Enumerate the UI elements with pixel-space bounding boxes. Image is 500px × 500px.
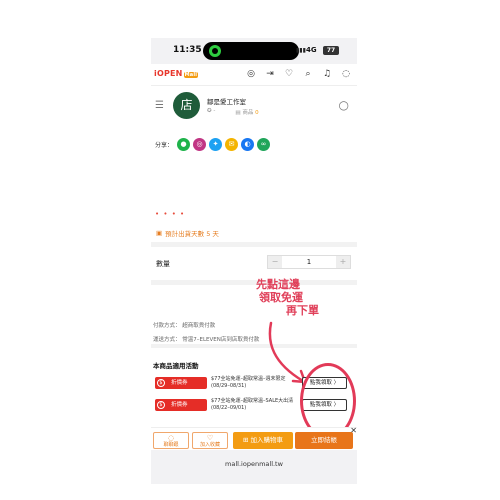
add-to-cart-button[interactable]: ⊞ 加入購物車 <box>233 432 293 449</box>
payment-method: 付款方式： 超商取貨付款 <box>153 323 216 329</box>
ship-days-text: 預計出貨天數 5 天 <box>165 230 219 238</box>
promo-description: $77全站免運–超取常溫–週末限定 (08/29–08/31) <box>211 376 286 389</box>
network-type: 4G <box>306 46 317 54</box>
ship-days: ▣ 預計出貨天數 5 天 <box>156 228 219 238</box>
quantity-label: 數量 <box>156 260 170 268</box>
shop-search-icon[interactable]: ○ <box>339 98 349 112</box>
dollar-icon: $ <box>157 378 165 387</box>
account-icon[interactable]: ◎ <box>246 69 256 79</box>
shop-avatar[interactable]: 店 <box>173 92 200 119</box>
phone-screen: 11:35 ▮▮▮ 4G 77 iOPEN Mall ◎ ⇥ ♡ ⌕ ♫ ◌ ☰ … <box>151 38 357 484</box>
dollar-icon: $ <box>157 400 165 409</box>
chat-button[interactable]: ◌ 聊聊跟 <box>153 432 189 449</box>
line-share-icon[interactable]: ● <box>177 138 191 151</box>
instagram-share-icon[interactable]: ◎ <box>193 138 207 151</box>
quantity-value[interactable]: 1 <box>282 256 336 268</box>
quantity-minus-button[interactable]: − <box>268 256 282 268</box>
chat-icon[interactable]: ◌ <box>341 69 351 79</box>
messenger-share-icon[interactable]: ◐ <box>241 138 255 151</box>
signal-icon: ▮▮▮ <box>296 47 306 54</box>
battery-icon: 77 <box>323 46 339 55</box>
quantity-plus-button[interactable]: + <box>336 256 350 268</box>
checkout-button[interactable]: 立即結帳 <box>295 432 353 449</box>
dynamic-island <box>203 42 299 60</box>
cart-icon: ⊞ <box>242 436 249 444</box>
calendar-icon: ▣ <box>156 229 163 237</box>
bell-icon[interactable]: ♫ <box>322 69 332 79</box>
chat-bubble-icon: ◌ <box>167 434 175 442</box>
share-row: 分享： ● ◎ ✦ ✉ ◐ ∞ <box>155 138 271 151</box>
top-nav: iOPEN Mall ◎ ⇥ ♡ ⌕ ♫ ◌ <box>151 64 357 86</box>
brand-logo[interactable]: iOPEN Mall <box>154 69 199 78</box>
nav-icon-group: ◎ ⇥ ♡ ⌕ ♫ ◌ <box>246 69 351 79</box>
promo-description: $77全站免運–超取常溫–SALE大出清 (08/22–09/01) <box>211 398 294 411</box>
heart-icon[interactable]: ♡ <box>284 69 294 79</box>
divider <box>151 242 357 247</box>
shop-meta: ✪ - ▤ 商品 0 <box>207 108 259 116</box>
browser-url-bar: mall.iopenmall.tw <box>151 450 357 484</box>
menu-icon[interactable]: ☰ <box>155 100 164 111</box>
bottom-action-bar: ◌ 聊聊跟 ♡ 加入收藏 ⊞ 加入購物車 立即結帳 ✕ <box>151 426 357 449</box>
login-icon[interactable]: ⇥ <box>265 69 275 79</box>
shop-rating: ✪ - <box>207 108 216 114</box>
close-icon[interactable]: ✕ <box>350 426 357 435</box>
handwritten-annotation: 先點這邊 領取免運 再下單 <box>256 278 319 317</box>
shop-bar: ☰ 店 鄒是愛工作室 ✪ - ▤ 商品 0 ○ <box>151 86 357 124</box>
app-activity-icon <box>209 45 221 57</box>
search-icon[interactable]: ⌕ <box>303 69 313 79</box>
twitter-share-icon[interactable]: ✦ <box>209 138 223 151</box>
coupon-badge: $ 折價券 <box>155 377 207 389</box>
status-time: 11:35 <box>173 45 202 55</box>
payment-info: 付款方式： 超商取貨付款 運送方式： 常溫7–ELEVEN店到店取貨付款 <box>151 319 259 347</box>
url-text[interactable]: mall.iopenmall.tw <box>151 460 357 468</box>
share-label: 分享： <box>155 142 174 149</box>
coupon-badge: $ 折價券 <box>155 399 207 411</box>
price-text: • • • • <box>155 210 186 218</box>
favorite-button[interactable]: ♡ 加入收藏 <box>192 432 228 449</box>
divider <box>151 344 357 348</box>
shop-products: ▤ 商品 0 <box>235 110 259 116</box>
shop-name[interactable]: 鄒是愛工作室 <box>207 96 246 106</box>
status-bar: 11:35 ▮▮▮ 4G 77 <box>151 38 357 64</box>
link-share-icon[interactable]: ∞ <box>257 138 271 151</box>
promo-title: 本商品適用活動 <box>153 362 199 370</box>
heart-icon: ♡ <box>206 434 214 442</box>
email-share-icon[interactable]: ✉ <box>225 138 239 151</box>
divider <box>151 280 357 285</box>
quantity-stepper[interactable]: − 1 + <box>267 255 351 269</box>
